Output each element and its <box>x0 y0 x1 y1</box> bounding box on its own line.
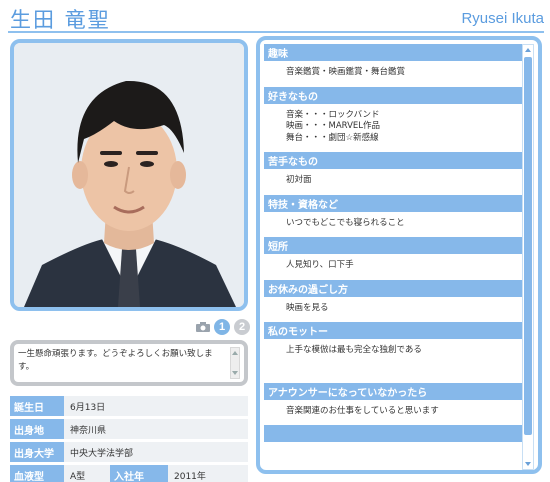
section-line: 上手な模倣は最も完全な独創である <box>286 345 422 355</box>
section-title: 短所 <box>264 237 522 254</box>
photo-frame <box>10 39 248 311</box>
join-year-value: 2011年 <box>168 465 248 482</box>
birthday-value: 6月13日 <box>64 396 248 416</box>
profile-row-birthplace: 出身地 神奈川県 <box>10 419 248 439</box>
header-divider <box>8 31 544 33</box>
details-scrollbar[interactable] <box>522 44 534 470</box>
section-line: 初対面 <box>286 175 312 185</box>
section-body: 人見知り、口下手 <box>264 254 522 280</box>
section-line: 舞台・・・劇団☆新感線 <box>286 132 379 143</box>
join-year-label: 入社年 <box>110 465 168 482</box>
section-line: 音楽鑑賞・映画鑑賞・舞台鑑賞 <box>286 67 406 77</box>
birthplace-value: 神奈川県 <box>64 419 248 439</box>
section-body: 映画を見る <box>264 297 522 323</box>
university-label: 出身大学 <box>10 442 64 462</box>
photo-page-1-button[interactable]: 1 <box>214 319 230 335</box>
section-title: 特技・資格など <box>264 194 522 212</box>
name-japanese: 生田 竜聖 <box>10 8 111 32</box>
section-body: 音楽関連のお仕事をしていると思います <box>264 400 522 426</box>
section-body: 初対面 <box>264 169 522 195</box>
photo-pager: 1 2 <box>196 318 250 336</box>
scroll-down-arrow-icon[interactable] <box>232 371 238 375</box>
section-title: 好きなもの <box>264 86 522 104</box>
section-title: アナウンサーになっていなかったら <box>264 382 522 400</box>
section-line: 映画・・・MARVEL作品 <box>286 121 381 131</box>
section-line: いつでもどこでも寝られること <box>286 217 405 228</box>
university-value: 中央大学法学部 <box>64 442 248 462</box>
section-body: いつでもどこでも寝られること <box>264 212 522 238</box>
name-english: Ryusei Ikuta <box>461 10 544 27</box>
blood-type-value: A型 <box>64 465 110 482</box>
message-text: 一生懸命頑張ります。どうぞよろしくお願い致します。 <box>18 349 213 372</box>
section-favorites: 好きなもの 音楽・・・ロックバンド 映画・・・MARVEL作品 舞台・・・劇団☆… <box>264 86 522 153</box>
section-body: 上手な模倣は最も完全な独創である <box>264 339 522 383</box>
section-title: お休みの過ごし方 <box>264 279 522 297</box>
section-line: 音楽・・・ロックバンド <box>286 109 380 120</box>
scroll-up-arrow-icon[interactable] <box>525 48 531 52</box>
profile-row-blood-join: 血液型 A型 入社年 2011年 <box>10 465 248 482</box>
birthplace-label: 出身地 <box>10 419 64 439</box>
profile-table: 誕生日 6月13日 出身地 神奈川県 出身大学 中央大学法学部 血液型 A型 入… <box>10 396 248 482</box>
profile-header: 生田 竜聖 Ryusei Ikuta <box>0 0 550 34</box>
message-scrollbar[interactable] <box>230 347 240 379</box>
scroll-down-arrow-icon[interactable] <box>525 462 531 466</box>
blood-type-label: 血液型 <box>10 465 64 482</box>
section-body: 音楽・・・ロックバンド 映画・・・MARVEL作品 舞台・・・劇団☆新感線 <box>264 104 522 153</box>
section-dislikes: 苦手なもの 初対面 <box>264 152 522 195</box>
section-motto: 私のモットー 上手な模倣は最も完全な独創である <box>264 322 522 383</box>
section-if-not-announcer: アナウンサーになっていなかったら 音楽関連のお仕事をしていると思います <box>264 382 522 426</box>
section-next-partial <box>264 425 522 442</box>
section-weakness: 短所 人見知り、口下手 <box>264 237 522 280</box>
camera-icon <box>196 322 210 332</box>
section-line: 映画を見る <box>286 302 329 313</box>
scrollbar-thumb[interactable] <box>524 57 532 435</box>
profile-row-birthday: 誕生日 6月13日 <box>10 396 248 416</box>
message-box: 一生懸命頑張ります。どうぞよろしくお願い致します。 <box>10 340 248 386</box>
section-line: 人見知り、口下手 <box>286 260 354 270</box>
details-scroll-area[interactable]: 趣味 音楽鑑賞・映画鑑賞・舞台鑑賞 好きなもの 音楽・・・ロックバンド 映画・・… <box>264 44 522 470</box>
section-hobbies: 趣味 音楽鑑賞・映画鑑賞・舞台鑑賞 <box>264 44 522 87</box>
section-title <box>264 425 522 442</box>
section-title: 苦手なもの <box>264 152 522 169</box>
photo-page-2-button[interactable]: 2 <box>234 319 250 335</box>
section-title: 趣味 <box>264 44 522 61</box>
section-holidays: お休みの過ごし方 映画を見る <box>264 279 522 323</box>
section-skills: 特技・資格など いつでもどこでも寝られること <box>264 194 522 238</box>
section-body: 音楽鑑賞・映画鑑賞・舞台鑑賞 <box>264 61 522 87</box>
profile-details-panel: 趣味 音楽鑑賞・映画鑑賞・舞台鑑賞 好きなもの 音楽・・・ロックバンド 映画・・… <box>256 36 542 474</box>
section-title: 私のモットー <box>264 322 522 339</box>
birthday-label: 誕生日 <box>10 396 64 416</box>
scroll-up-arrow-icon[interactable] <box>232 351 238 355</box>
profile-row-university: 出身大学 中央大学法学部 <box>10 442 248 462</box>
profile-photo <box>14 43 244 307</box>
section-line: 音楽関連のお仕事をしていると思います <box>286 405 439 416</box>
